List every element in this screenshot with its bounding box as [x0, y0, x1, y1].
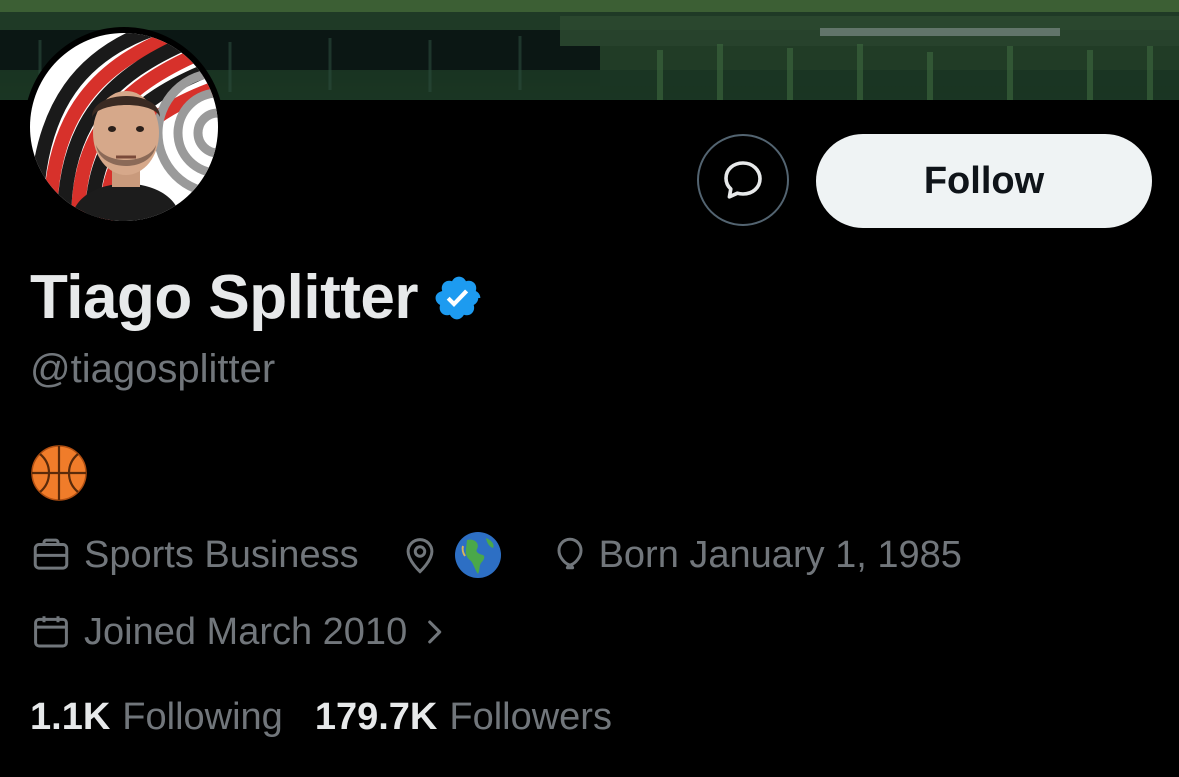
- followers-count: 179.7K: [314, 695, 438, 738]
- follow-stats: 1.1K Following 179.7K Followers: [30, 692, 612, 742]
- avatar-image: [30, 33, 218, 221]
- message-button[interactable]: [697, 134, 789, 226]
- balloon-icon: [557, 537, 583, 570]
- follow-button-label: Follow: [923, 159, 1045, 202]
- category-text: Sports Business: [84, 533, 359, 576]
- globe-americas-icon: [454, 532, 501, 578]
- birthday-item: Born January 1, 1985: [549, 534, 962, 577]
- handle: @tiagosplitter: [30, 347, 276, 391]
- joined-text: Joined March 2010: [84, 610, 408, 653]
- following-count: 1.1K: [30, 695, 111, 738]
- location-item: [399, 530, 503, 580]
- avatar[interactable]: [24, 27, 224, 227]
- display-name: Tiago Splitter: [30, 262, 419, 332]
- profile-meta-row: Sports Business Born January 1, 1985: [30, 528, 962, 582]
- category-item: Sports Business: [30, 534, 359, 577]
- basketball-icon: [31, 445, 87, 501]
- calendar-icon: [34, 616, 68, 648]
- chevron-right-icon: [428, 620, 442, 644]
- followers-link[interactable]: 179.7K Followers: [315, 696, 612, 739]
- location-pin-icon: [406, 538, 433, 574]
- following-label: Following: [122, 695, 283, 738]
- briefcase-icon: [33, 538, 69, 570]
- following-link[interactable]: 1.1K Following: [30, 696, 283, 739]
- profile-name-row: Tiago Splitter: [30, 262, 484, 332]
- birthday-text: Born January 1, 1985: [598, 533, 962, 576]
- follow-button[interactable]: Follow: [816, 134, 1152, 228]
- joined-item[interactable]: Joined March 2010: [30, 605, 447, 659]
- message-icon: [724, 161, 762, 199]
- verified-badge-icon[interactable]: [434, 273, 484, 323]
- followers-label: Followers: [449, 695, 612, 738]
